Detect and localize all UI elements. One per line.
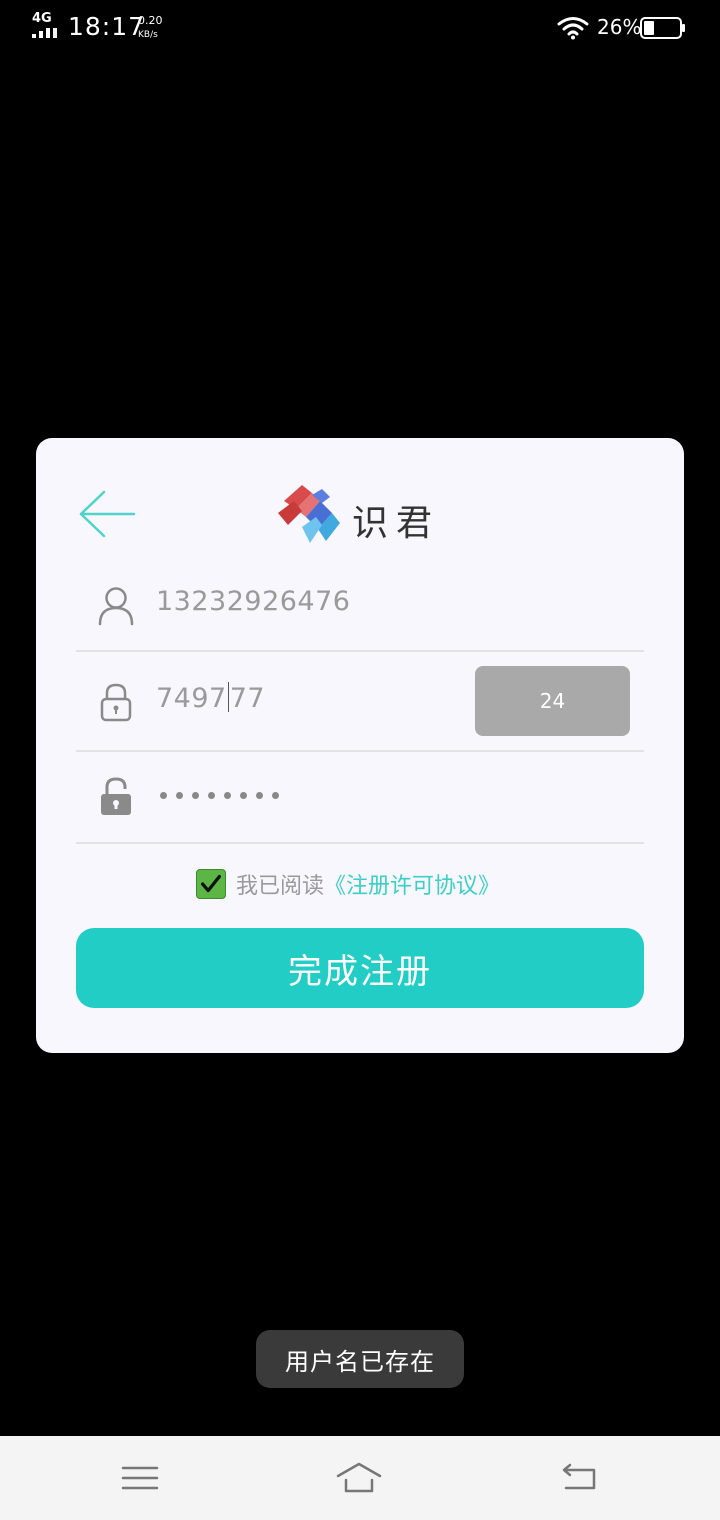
text-caret [227, 682, 229, 712]
password-field[interactable] [160, 792, 279, 799]
signal-icon [32, 28, 57, 38]
network-type: 4G [32, 11, 52, 26]
complete-registration-button[interactable]: 完成注册 [76, 928, 644, 1008]
password-dot [160, 792, 167, 799]
agreement-text: 我已阅读 [236, 874, 325, 899]
agreement-link[interactable]: 《注册许可协议》 [324, 868, 500, 900]
toast-message: 用户名已存在 [256, 1330, 464, 1388]
checkmark-icon [200, 874, 222, 893]
arrow-left-icon[interactable] [76, 488, 138, 540]
agreement-checkbox[interactable] [196, 869, 226, 899]
network-speed: 0.20 KB/s [138, 13, 163, 43]
password-row [76, 752, 644, 844]
status-bar: 4G 18:17 0.20 KB/s 26% [0, 0, 720, 56]
lock-open-icon [101, 777, 131, 815]
password-dot [256, 792, 263, 799]
network-speed-value: 0.20 [138, 14, 163, 27]
logo-mark-icon [278, 485, 340, 543]
menu-icon[interactable] [117, 1458, 163, 1498]
logo-text: 识君 [352, 503, 441, 544]
lock-closed-icon [100, 683, 132, 722]
screen: 4G 18:17 0.20 KB/s 26% 识君 13232926476 74… [0, 0, 720, 1520]
home-icon[interactable] [336, 1458, 382, 1498]
code-row: 7497 77 24 [76, 652, 644, 752]
app-logo: 识君 [276, 480, 446, 550]
agreement-row: 我已阅读 《注册许可协议》 [196, 868, 500, 900]
wifi-icon [557, 17, 589, 40]
navigation-bar [0, 1436, 720, 1520]
phone-row: 13232926476 [76, 558, 644, 652]
get-code-button[interactable]: 24 [475, 666, 630, 736]
password-dot [240, 792, 247, 799]
back-icon[interactable] [556, 1458, 602, 1498]
network-speed-unit: KB/s [138, 30, 158, 40]
code-value-before-caret: 7497 [156, 683, 227, 714]
user-icon [98, 587, 134, 626]
code-value-after-caret: 77 [229, 683, 266, 714]
register-dialog: 识君 13232926476 7497 77 24 我已阅读 《注册许可协议》 … [36, 438, 684, 1053]
password-dot [224, 792, 231, 799]
password-dot [208, 792, 215, 799]
password-dot [272, 792, 279, 799]
code-field[interactable]: 7497 77 [156, 682, 265, 714]
phone-field[interactable]: 13232926476 [156, 586, 350, 617]
password-dot [176, 792, 183, 799]
battery-percent: 26% [597, 15, 642, 39]
password-dot [192, 792, 199, 799]
clock: 18:17 [68, 12, 146, 41]
battery-icon [640, 17, 685, 39]
